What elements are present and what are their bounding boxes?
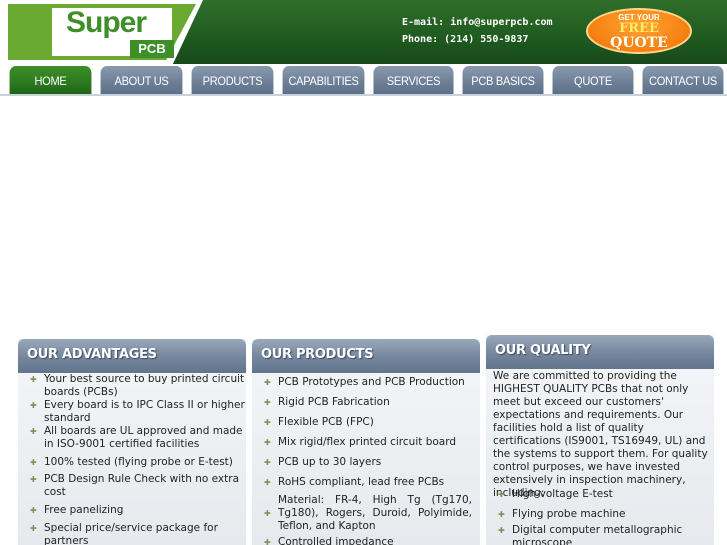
quality-header: OUR QUALITY: [486, 335, 714, 369]
logo-text: Super: [66, 6, 147, 39]
header-edge: [0, 0, 8, 64]
bullet-icon: ✚: [264, 378, 271, 387]
site-header: Super PCB E-mail: info@superpcb.com Phon…: [0, 0, 727, 64]
list-item: ✚ All boards are UL approved and made in …: [30, 425, 243, 450]
quote-line3: QUOTE: [610, 35, 668, 51]
bullet-icon: ✚: [30, 506, 37, 515]
list-item: ✚ PCB Design Rule Check with no extra cos…: [30, 473, 240, 498]
quote-line2: FREE: [619, 21, 659, 36]
list-item: ✚ PCB up to 30 layers: [264, 456, 382, 468]
products-list: ✚ PCB Prototypes and PCB Production ✚ Rigi…: [252, 376, 480, 545]
contact-info: E-mail: info@superpcb.com Phone: (214) 5…: [402, 14, 553, 48]
list-item: ✚ Every board is to IPC Class II or highe…: [30, 399, 245, 424]
list-item: ✚ RoHS compliant, lead free PCBs: [264, 476, 445, 488]
list-item: ✚ High-voltage E-test: [498, 488, 613, 500]
list-item: ✚ Material: FR-4, High Tg (Tg170, Tg180),…: [264, 494, 472, 532]
bullet-icon: ✚: [498, 490, 505, 499]
products-title: OUR PRODUCTS: [261, 347, 374, 362]
bullet-icon: ✚: [30, 458, 37, 467]
bullet-icon: ✚: [264, 509, 271, 518]
bullet-icon: ✚: [30, 427, 37, 436]
products-header: OUR PRODUCTS: [252, 339, 480, 373]
phone-line: Phone: (214) 550-9837: [402, 31, 553, 48]
bullet-icon: ✚: [498, 510, 505, 519]
nav-underline: [0, 94, 727, 96]
nav-tab-about-us[interactable]: ABOUT US: [100, 66, 183, 96]
list-item: ✚ Digital computer metallographic microsc…: [498, 524, 683, 545]
bullet-icon: ✚: [30, 375, 37, 384]
logo-subtext: PCB: [130, 40, 174, 58]
quality-paragraph: We are committed to providing the HIGHES…: [493, 370, 708, 499]
bullet-icon: ✚: [264, 478, 271, 487]
nav-tab-capabilities[interactable]: CAPABILITIES: [282, 66, 365, 96]
list-item: ✚ Rigid PCB Fabrication: [264, 396, 390, 408]
advantages-list: ✚ Your best source to buy printed circuit…: [18, 373, 246, 545]
nav-tab-contact-us[interactable]: CONTACT US: [642, 66, 724, 96]
advantages-header: OUR ADVANTAGES: [18, 339, 246, 373]
list-item: ✚ PCB Prototypes and PCB Production: [264, 376, 465, 388]
nav-tab-quote[interactable]: QUOTE: [552, 66, 634, 96]
nav-tab-products[interactable]: PRODUCTS: [191, 66, 274, 96]
logo[interactable]: Super PCB: [8, 0, 208, 64]
quality-panel: OUR QUALITY We are committed to providin…: [486, 335, 714, 545]
list-item: ✚ 100% tested (flying probe or E-test): [30, 456, 233, 468]
bullet-icon: ✚: [30, 524, 37, 533]
bullet-icon: ✚: [30, 401, 37, 410]
nav-tab-home[interactable]: HOME: [9, 66, 92, 96]
list-item: ✚ Your best source to buy printed circuit…: [30, 373, 245, 398]
quality-list: ✚ High-voltage E-test ✚ Flying probe machi…: [486, 488, 714, 545]
list-item: ✚ Mix rigid/flex printed circuit board: [264, 436, 457, 448]
quality-title: OUR QUALITY: [495, 343, 591, 358]
list-item: ✚ Flying probe machine: [498, 508, 626, 520]
bullet-icon: ✚: [264, 398, 271, 407]
bullet-icon: ✚: [264, 418, 271, 427]
phone-label: Phone:: [402, 34, 439, 45]
advantages-panel: OUR ADVANTAGES ✚ Your best source to buy …: [18, 339, 246, 545]
nav-tab-services[interactable]: SERVICES: [373, 66, 454, 96]
bullet-icon: ✚: [498, 526, 505, 535]
phone-number: (214) 550-9837: [444, 34, 529, 45]
email-line: E-mail: info@superpcb.com: [402, 14, 553, 31]
nav-tab-pcb-basics[interactable]: PCB BASICS: [462, 66, 544, 96]
email-label: E-mail:: [402, 17, 445, 28]
bullet-icon: ✚: [264, 458, 271, 467]
list-item: ✚ Flexible PCB (FPC): [264, 416, 374, 428]
list-item: ✚ Free panelizing: [30, 504, 124, 516]
bullet-icon: ✚: [264, 438, 271, 447]
bullet-icon: ✚: [264, 538, 271, 545]
list-item: ✚ Controlled impedance: [264, 536, 394, 545]
free-quote-button[interactable]: GET YOUR FREE QUOTE: [586, 8, 692, 54]
email-link[interactable]: info@superpcb.com: [450, 17, 552, 28]
main-nav: HOME ABOUT US PRODUCTS CAPABILITIES SERV…: [0, 64, 727, 96]
list-item: ✚ Special price/service package for partn…: [30, 522, 218, 545]
products-panel: OUR PRODUCTS ✚ PCB Prototypes and PCB Pro…: [252, 339, 480, 545]
advantages-title: OUR ADVANTAGES: [27, 347, 157, 362]
bullet-icon: ✚: [30, 475, 37, 484]
